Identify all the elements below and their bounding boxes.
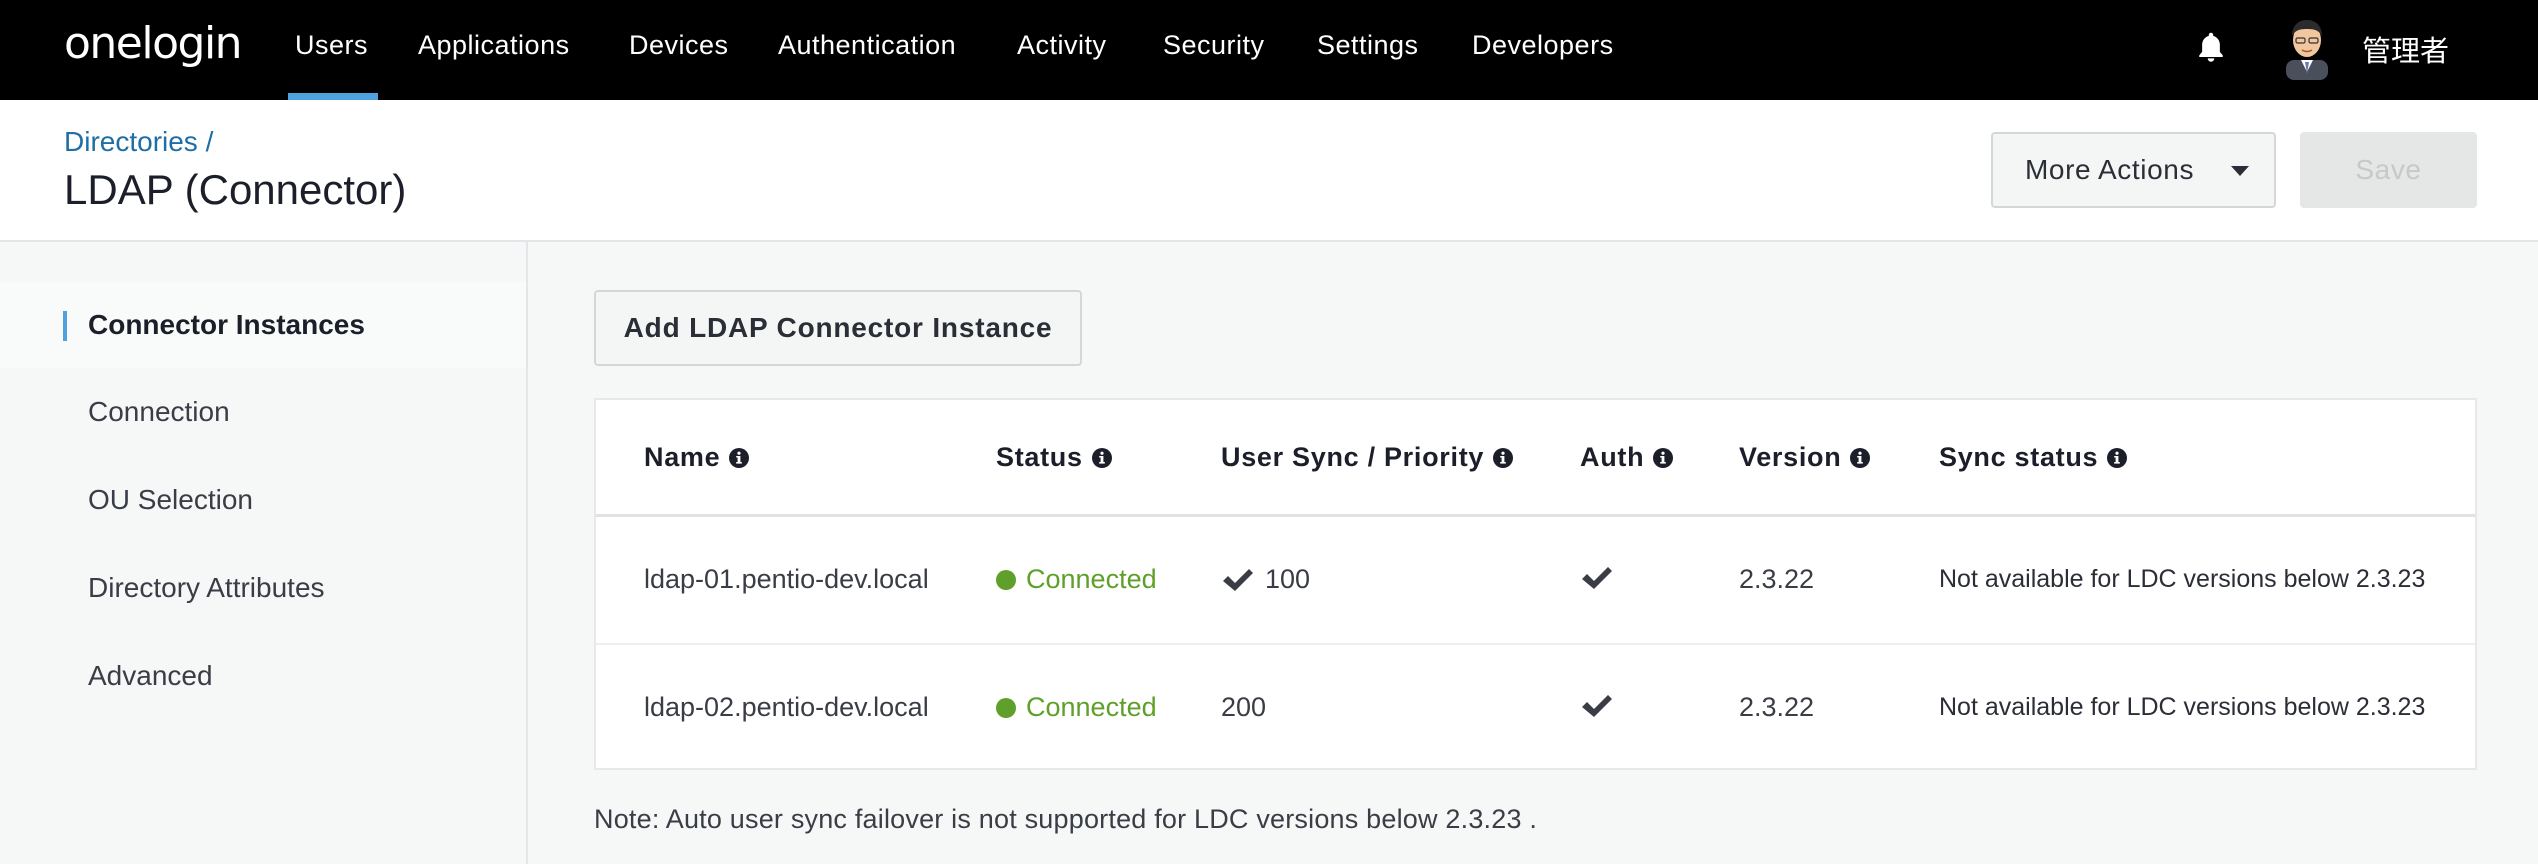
cell-status: Connected — [996, 692, 1157, 723]
add-ldap-connector-instance-button[interactable]: Add LDAP Connector Instance — [594, 290, 1082, 366]
cell-user-sync-priority: 200 — [1221, 692, 1266, 723]
column-header-name: Name — [644, 442, 750, 473]
column-header-status: Status — [996, 442, 1113, 473]
cell-sync-status: Not available for LDC versions below 2.3… — [1939, 565, 2426, 593]
cell-status: Connected — [996, 564, 1157, 595]
sidebar-item-connector-instances[interactable]: Connector Instances — [0, 282, 526, 368]
cell-sync-status: Not available for LDC versions below 2.3… — [1939, 693, 2426, 721]
info-icon[interactable] — [1091, 447, 1113, 469]
cell-user-sync-priority: 100 — [1221, 564, 1310, 595]
sidebar-item-connection[interactable]: Connection — [0, 369, 526, 455]
cell-auth — [1580, 564, 1614, 592]
nav-item-activity[interactable]: Activity — [1017, 30, 1107, 61]
failover-note: Note: Auto user sync failover is not sup… — [594, 804, 1538, 834]
sidebar-item-label: Connector Instances — [88, 309, 365, 340]
column-header-label: Sync status — [1939, 442, 2099, 472]
cell-name[interactable]: ldap-01.pentio-dev.local — [644, 564, 929, 595]
column-header-user-sync-priority: User Sync / Priority — [1221, 442, 1514, 473]
info-icon[interactable] — [1652, 447, 1674, 469]
info-icon[interactable] — [728, 447, 750, 469]
column-header-sync-status: Sync status — [1939, 442, 2128, 473]
nav-item-authentication[interactable]: Authentication — [778, 30, 956, 61]
column-header-auth: Auth — [1580, 442, 1674, 473]
status-label: Connected — [1026, 564, 1157, 594]
cell-name[interactable]: ldap-02.pentio-dev.local — [644, 692, 929, 723]
connector-instances-table: Name Status User Sync / Priority Auth Ve… — [594, 398, 2477, 770]
column-header-label: Name — [644, 442, 721, 472]
cell-auth — [1580, 692, 1614, 720]
checkmark-icon — [1582, 567, 1612, 589]
top-navigation-bar: onelogin Users Applications Devices Auth… — [0, 0, 2538, 100]
page-title: LDAP (Connector) — [64, 166, 407, 213]
breadcrumb[interactable]: Directories / — [64, 126, 213, 158]
cell-version: 2.3.22 — [1739, 564, 1815, 594]
nav-item-settings[interactable]: Settings — [1317, 30, 1419, 61]
checkmark-icon — [1223, 568, 1253, 591]
sidebar-item-label: OU Selection — [88, 484, 253, 515]
nav-item-users[interactable]: Users — [295, 30, 368, 61]
more-actions-label: More Actions — [2025, 154, 2195, 185]
onelogin-logo[interactable]: onelogin — [64, 18, 243, 69]
info-icon[interactable] — [2106, 447, 2128, 469]
nav-item-security[interactable]: Security — [1163, 30, 1265, 61]
nav-item-applications[interactable]: Applications — [418, 30, 570, 61]
nav-active-indicator — [288, 93, 378, 100]
status-connected-dot-icon — [996, 569, 1016, 590]
table-header-divider — [596, 514, 2475, 517]
info-icon[interactable] — [1492, 447, 1514, 469]
user-avatar[interactable] — [2278, 16, 2336, 80]
sidebar-item-advanced[interactable]: Advanced — [0, 633, 526, 719]
checkmark-icon — [1582, 695, 1612, 717]
column-header-label: User Sync / Priority — [1221, 442, 1485, 472]
column-header-label: Status — [996, 442, 1083, 472]
nav-item-devices[interactable]: Devices — [629, 30, 729, 61]
table-row-divider — [596, 643, 2475, 645]
status-connected-dot-icon — [996, 697, 1016, 718]
sidebar: Connector Instances Connection OU Select… — [0, 242, 528, 864]
sidebar-active-indicator — [63, 311, 67, 341]
cell-version: 2.3.22 — [1739, 692, 1815, 722]
column-header-label: Auth — [1580, 442, 1645, 472]
status-label: Connected — [1026, 692, 1157, 722]
priority-value: 100 — [1265, 564, 1311, 594]
more-actions-button[interactable]: More Actions — [1991, 132, 2276, 208]
sidebar-item-label: Directory Attributes — [88, 572, 325, 603]
page-header: Directories / LDAP (Connector) More Acti… — [0, 100, 2538, 242]
priority-value: 200 — [1221, 692, 1267, 722]
column-header-label: Version — [1739, 442, 1842, 472]
sidebar-item-directory-attributes[interactable]: Directory Attributes — [0, 545, 526, 631]
caret-down-icon — [2231, 166, 2249, 176]
bell-icon[interactable] — [2194, 30, 2228, 66]
column-header-version: Version — [1739, 442, 1871, 473]
user-name[interactable]: 管理者 — [2362, 28, 2449, 70]
sidebar-item-label: Connection — [88, 396, 230, 427]
save-button[interactable]: Save — [2300, 132, 2477, 208]
nav-item-developers[interactable]: Developers — [1472, 30, 1614, 61]
sidebar-item-label: Advanced — [88, 660, 213, 691]
info-icon[interactable] — [1849, 447, 1871, 469]
sidebar-item-ou-selection[interactable]: OU Selection — [0, 457, 526, 543]
